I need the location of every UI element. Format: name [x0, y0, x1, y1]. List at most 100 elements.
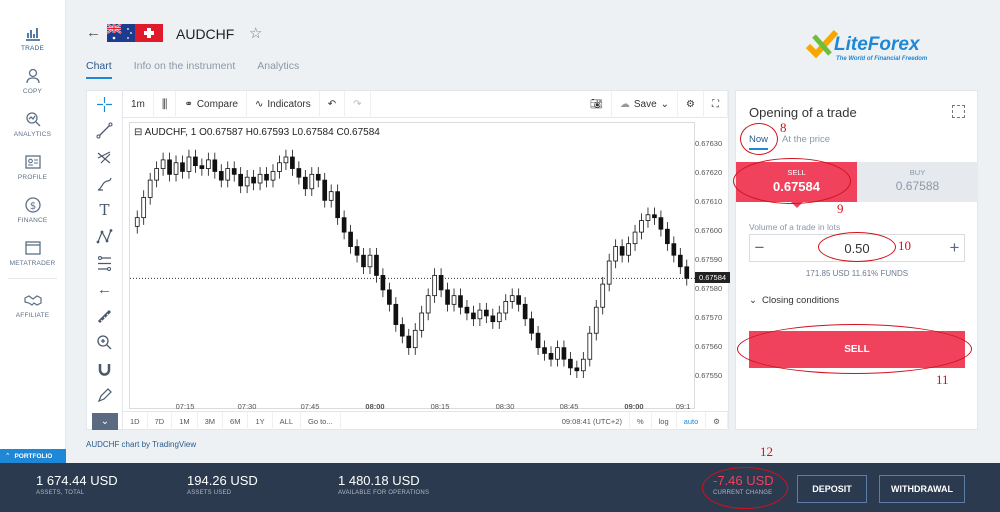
logo-tagline: The World of Financial Freedom	[836, 56, 928, 62]
axis-settings-button[interactable]: ⚙	[706, 411, 728, 431]
nav-metatrader-label: METATRADER	[9, 259, 56, 267]
candle	[406, 328, 412, 355]
nav-finance[interactable]: $ FINANCE	[0, 188, 65, 231]
collapse-legend-icon: ⊟	[134, 127, 145, 138]
tab-info[interactable]: Info on the instrument	[134, 60, 236, 79]
time-axis[interactable]: 07:15 07:30 07:45 08:00 08:15 08:30 08:45 09:00…	[129, 402, 695, 411]
chart-icon	[25, 27, 40, 41]
candle	[341, 210, 347, 240]
deposit-button[interactable]: DEPOSIT	[797, 475, 867, 503]
price-tick: 0.67630	[695, 139, 723, 149]
australia-flag-icon	[106, 23, 135, 42]
zoom-tool[interactable]	[87, 330, 122, 357]
candle	[496, 305, 502, 329]
range-1m[interactable]: 1M	[172, 411, 198, 431]
compare-label: Compare	[196, 98, 238, 110]
range-3m[interactable]: 3M	[198, 411, 224, 431]
percent-toggle[interactable]: %	[630, 411, 652, 431]
nav-affiliate-label: AFFILIATE	[15, 311, 50, 319]
price-tick: 0.67620	[695, 168, 723, 178]
log-toggle[interactable]: log	[652, 411, 677, 431]
volume-increase-button[interactable]: +	[945, 238, 964, 258]
goto-button[interactable]: Go to...	[301, 411, 341, 431]
switzerland-flag-icon	[135, 24, 163, 42]
save-button[interactable]: ☁ Save ⌄	[612, 90, 679, 118]
assets-used-value: 194.26 USD	[187, 473, 258, 488]
indicators-icon: ∿	[254, 98, 264, 110]
legend-symbol: AUDCHF	[144, 127, 186, 138]
favorite-star-icon[interactable]: ☆	[249, 24, 262, 42]
trendline-tool[interactable]	[87, 118, 122, 145]
annotation-10: 10	[898, 238, 911, 253]
ruler-tool[interactable]	[87, 303, 122, 330]
back-arrow-icon[interactable]: ←	[86, 24, 101, 41]
text-tool[interactable]: T	[87, 197, 122, 224]
candle	[419, 305, 425, 338]
candle	[399, 317, 405, 344]
tab-analytics[interactable]: Analytics	[257, 60, 299, 79]
candle	[535, 326, 541, 355]
nav-copy[interactable]: COPY	[0, 59, 65, 102]
crosshair-tool[interactable]	[87, 91, 122, 118]
indicators-button[interactable]: ∿ Indicators	[247, 90, 320, 118]
snapshot-button[interactable]: 📷︎	[582, 90, 612, 118]
zoom-in-icon	[97, 335, 112, 350]
candlestick-plot[interactable]	[130, 123, 696, 403]
candle	[542, 340, 547, 361]
nav-copy-label: COPY	[22, 87, 43, 95]
candle	[354, 239, 360, 263]
buy-label: BUY	[909, 168, 926, 177]
lock-tool[interactable]	[87, 383, 122, 410]
interval-button[interactable]: 1m	[123, 90, 154, 118]
magnet-tool[interactable]	[87, 356, 122, 383]
candle	[522, 297, 528, 326]
range-all[interactable]: ALL	[273, 411, 301, 431]
fib-tool[interactable]	[87, 250, 122, 277]
candle	[193, 149, 198, 173]
pitchfork-tool[interactable]	[87, 144, 122, 171]
annotation-11: 11	[936, 372, 949, 387]
brush-tool[interactable]	[87, 171, 122, 198]
candle	[212, 152, 218, 179]
chart-canvas[interactable]: ⊟ AUDCHF, 1 O0.67587 H0.67593 L0.67584 C…	[129, 122, 696, 409]
candlestick-icon: ⫼	[161, 96, 168, 111]
detach-panel-icon[interactable]	[952, 105, 965, 118]
nav-metatrader[interactable]: METATRADER	[0, 231, 65, 274]
buy-price-selector[interactable]: BUY 0.67588	[857, 162, 978, 202]
range-1d[interactable]: 1D	[123, 411, 148, 431]
collapse-toolbar-button[interactable]: ⌄	[92, 413, 118, 430]
assets-used: 194.26 USD ASSETS USED	[187, 473, 258, 496]
nav-trade[interactable]: TRADE	[0, 16, 65, 59]
nav-analytics[interactable]: ANALYTICS	[0, 102, 65, 145]
price-axis[interactable]: 0.67550 0.67560 0.67570 0.67580 0.67590 0.676…	[695, 122, 730, 409]
redo-button[interactable]: ↷	[345, 90, 371, 118]
time-tick: 07:15	[175, 402, 195, 411]
candle	[529, 311, 534, 341]
candle	[134, 210, 140, 234]
undo-button[interactable]: ↶	[320, 90, 346, 118]
legend-low: 0.67584	[297, 127, 334, 138]
auto-toggle[interactable]: auto	[677, 411, 707, 431]
withdrawal-button[interactable]: WITHDRAWAL	[879, 475, 965, 503]
volume-decrease-button[interactable]: −	[750, 238, 769, 258]
arrow-tool[interactable]: ←	[87, 277, 122, 304]
tab-chart[interactable]: Chart	[86, 60, 112, 79]
nav-profile[interactable]: PROFILE	[0, 145, 65, 188]
pattern-tool[interactable]	[87, 224, 122, 251]
closing-conditions-toggle[interactable]: ⌄ Closing conditions	[749, 295, 839, 306]
annotation-ellipse-now	[740, 123, 778, 155]
range-6m[interactable]: 6M	[223, 411, 249, 431]
nav-affiliate[interactable]: AFFILIATE	[0, 283, 65, 326]
nav-profile-label: PROFILE	[17, 173, 48, 181]
range-1y[interactable]: 1Y	[248, 411, 273, 431]
tab-at-price[interactable]: At the price	[782, 134, 830, 150]
legend-c-key: C	[336, 127, 344, 138]
settings-button[interactable]: ⚙	[678, 90, 704, 118]
fullscreen-button[interactable]: ⛶	[704, 90, 728, 118]
drawing-toolbar: T ←	[87, 91, 123, 431]
range-7d[interactable]: 7D	[148, 411, 173, 431]
portfolio-tab[interactable]: ⌃ PORTFOLIO	[0, 449, 66, 463]
compare-button[interactable]: ⚭ Compare	[176, 90, 247, 118]
tradingview-credit-link[interactable]: AUDCHF chart by TradingView	[86, 440, 196, 449]
candles-style-button[interactable]: ⫼	[154, 90, 177, 118]
